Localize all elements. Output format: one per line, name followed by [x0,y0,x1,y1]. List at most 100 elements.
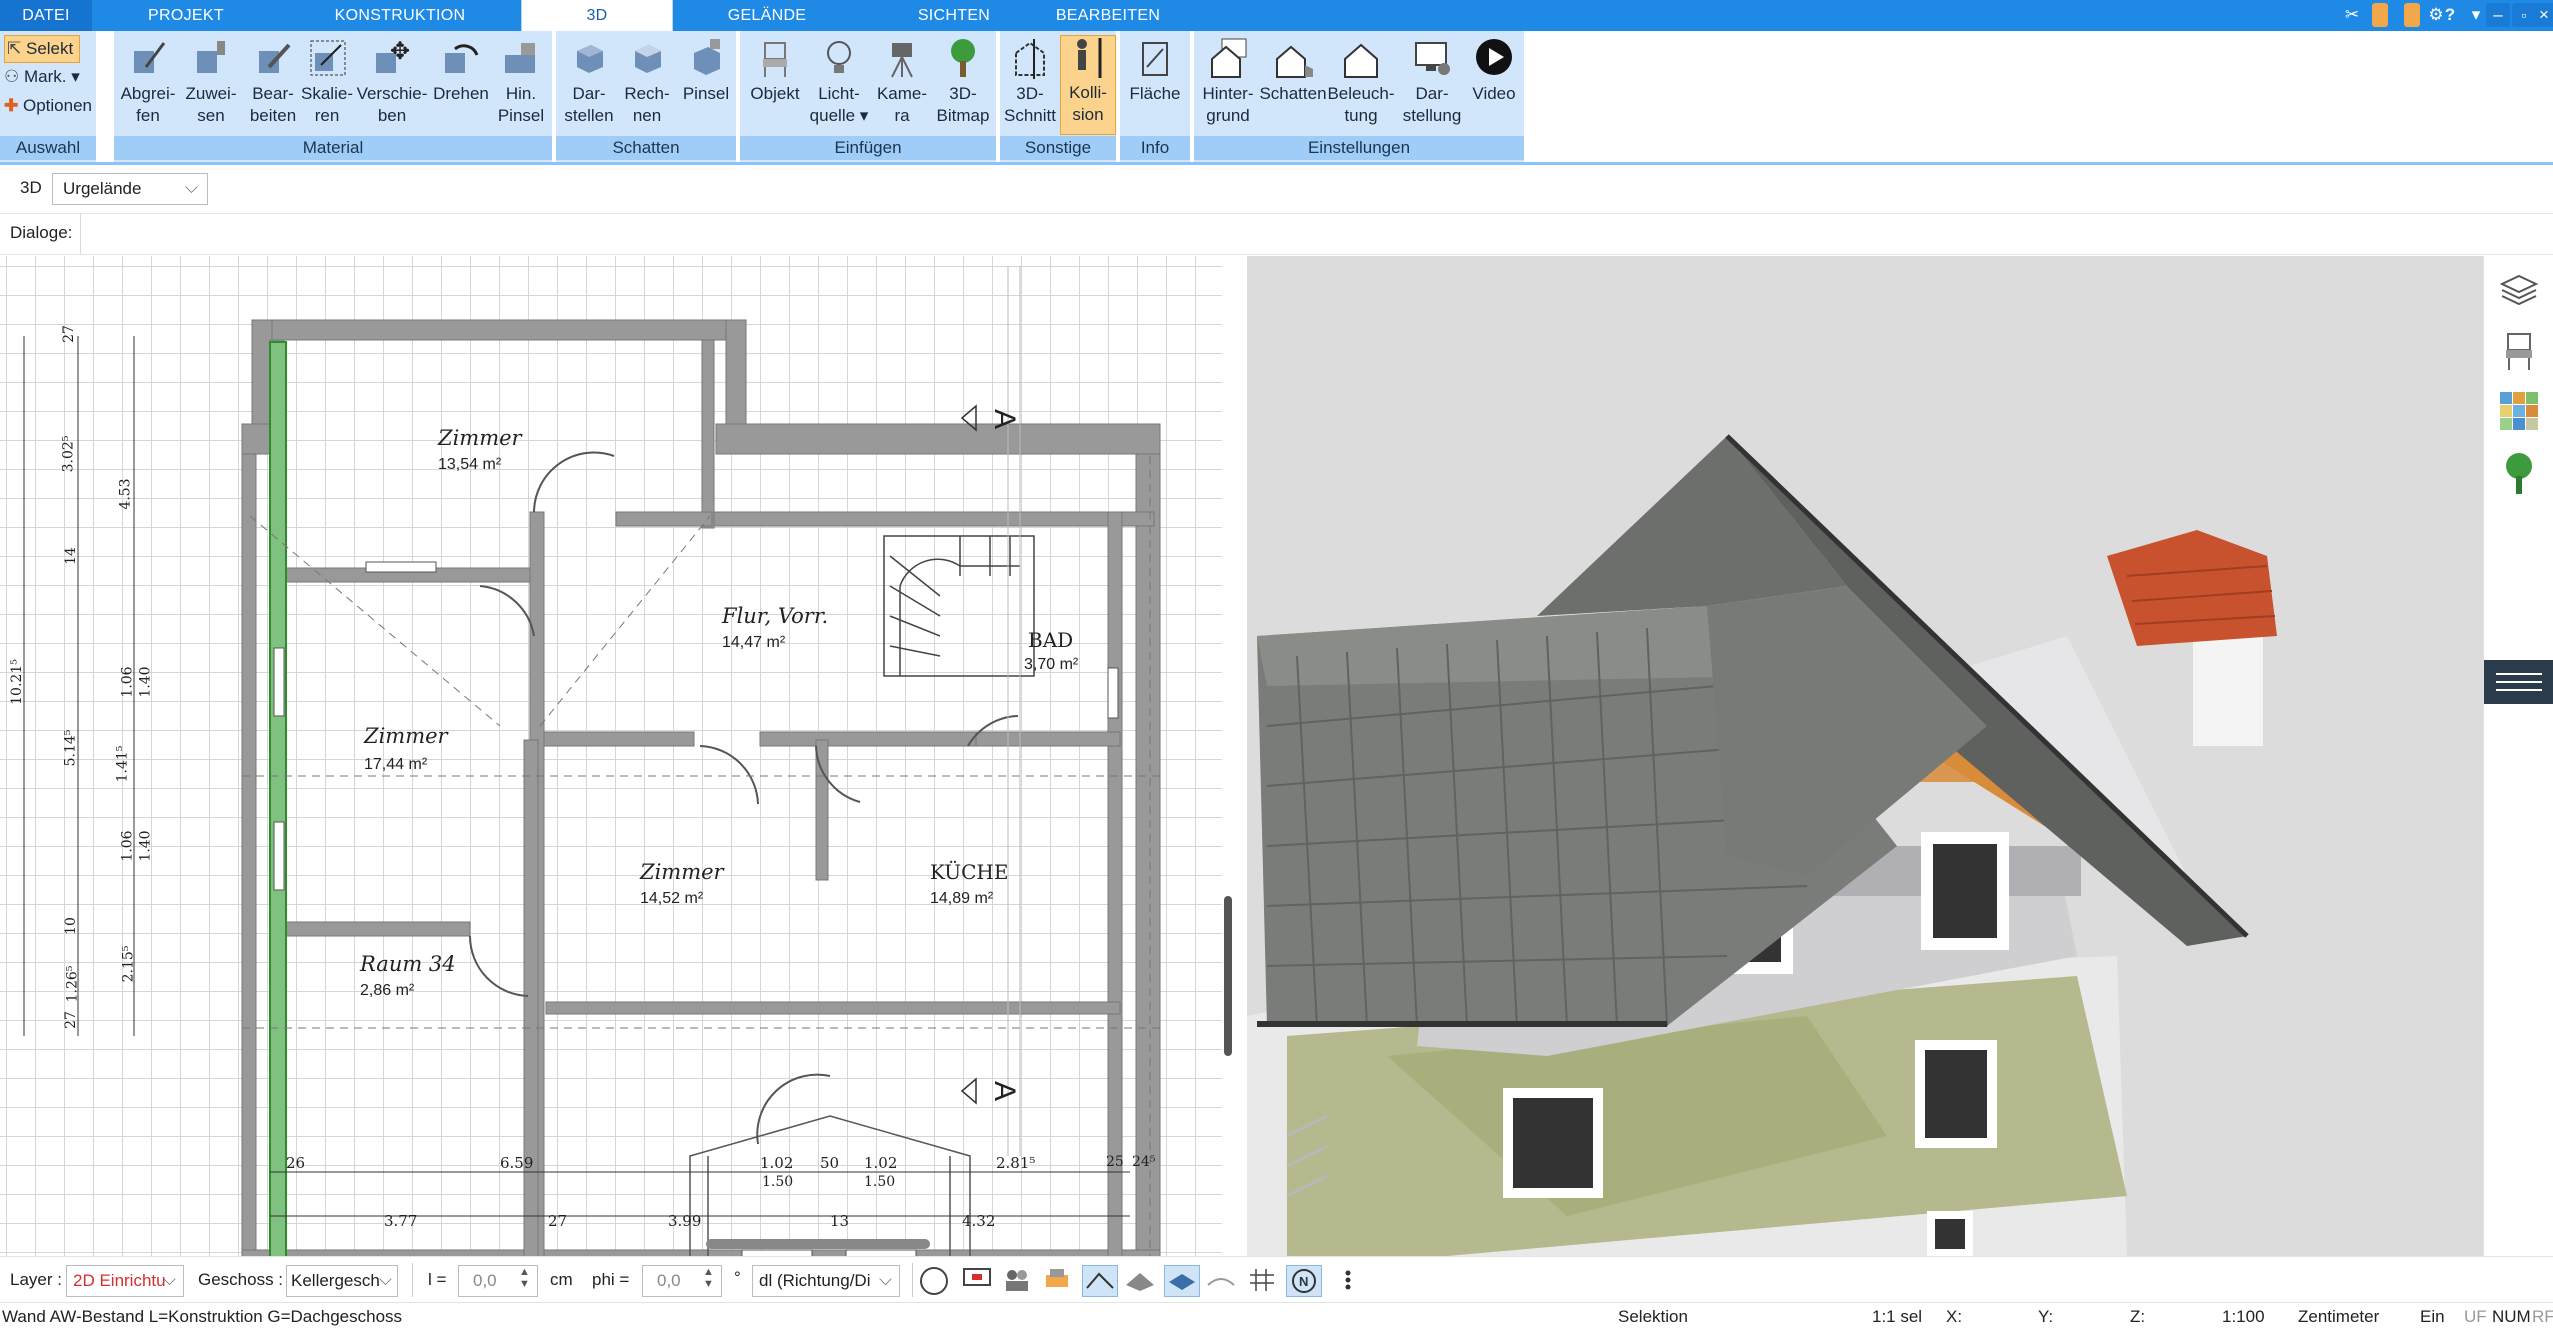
shadow-settings-button[interactable]: Schatten [1258,37,1328,105]
floor-label: Geschoss : [198,1270,284,1289]
3d-view[interactable] [1247,256,2483,1256]
floor-layer-icon[interactable] [1164,1265,1200,1297]
close-icon[interactable]: × [2532,3,2553,27]
dimension-label: 5.14⁵ [62,729,79,767]
lightbulb-icon [819,37,859,81]
status-ein: Ein [2420,1307,2445,1326]
3d-section-button[interactable]: 3D- Schnitt [1002,37,1058,127]
tree-icon[interactable] [2498,450,2540,496]
clock-icon[interactable] [920,1267,948,1295]
restore-icon[interactable]: ▾ [2464,3,2488,27]
tab-projekt[interactable]: PROJEKT [92,0,280,31]
tab-gelaende[interactable]: GELÄNDE [672,0,862,31]
select-button[interactable]: ⇱ Selekt [4,35,81,63]
north-icon[interactable]: N [1286,1265,1322,1297]
layers-icon[interactable] [2498,270,2540,312]
splitter[interactable] [1222,256,1247,1256]
shadow-brush-button[interactable]: Pinsel [678,37,734,105]
rotate-material-button[interactable]: Drehen [430,37,492,105]
minimize-icon[interactable]: – [2486,3,2510,27]
grid-icon[interactable] [1248,1267,1276,1293]
side-panel [2483,256,2553,1256]
tab-sichten[interactable]: SICHTEN [862,0,1046,31]
light-source-button[interactable]: Licht-quelle ▾ [808,37,870,127]
direction-select[interactable]: dl (Richtung/Di ⌵ [752,1265,900,1297]
vertical-scrollbar-thumb[interactable] [1224,896,1232,1056]
tab-bearbeiten[interactable]: BEARBEITEN [1046,0,1170,31]
section-cut-icon [1010,37,1050,81]
cube-icon [627,37,667,81]
video-button[interactable]: Video [1468,37,1520,105]
status-uf: UF [2464,1307,2487,1326]
3d-bitmap-button[interactable]: 3D- Bitmap [932,37,994,127]
paint-brush-button[interactable]: Hin. Pinsel [494,37,548,127]
print-icon[interactable] [1042,1267,1072,1293]
person-wall-icon [1068,36,1108,80]
edit-material-button[interactable]: Bear-beiten [242,37,304,127]
cube-shadow-icon [569,37,609,81]
options-button[interactable]: ✚ Optionen [4,93,92,119]
status-num: NUM [2492,1307,2531,1326]
screen-icon[interactable] [962,1267,992,1293]
floor-select[interactable]: Kellergesch ⌵ [286,1265,398,1297]
compute-shadow-button[interactable]: Rech-nen [618,37,676,127]
help-icon[interactable]: ? [2438,3,2462,27]
tab-konstruktion[interactable]: KONSTRUKTION [280,0,520,31]
dimension-label: 10.21⁵ [8,659,25,705]
scale-material-button[interactable]: Skalie-ren [296,37,358,127]
insert-object-button[interactable]: Objekt [744,37,806,105]
tools-icon[interactable]: ✂ [2340,3,2364,27]
dimension-label: 27 [62,1011,79,1029]
tab-3d[interactable]: 3D [521,0,673,31]
length-input[interactable]: 0,0 ▲ ▼ [458,1265,538,1297]
mark-button[interactable]: ⚇ Mark. ▾ [4,64,80,90]
chevron-down-icon: ▾ [71,67,80,86]
angle-input[interactable]: 0,0 ▲ ▼ [642,1265,722,1297]
svg-text:✥: ✥ [390,38,410,65]
collision-button[interactable]: Kolli-sion [1060,35,1116,135]
save-icon[interactable] [2372,3,2388,27]
pick-material-button[interactable]: Abgrei-fen [116,37,180,127]
room-name: Raum 34 [360,952,456,976]
background-button[interactable]: Hinter-grund [1196,37,1260,127]
display-settings-button[interactable]: Dar-stellung [1396,37,1468,127]
chair-icon[interactable] [2498,330,2540,372]
dimension-label: 27 [548,1212,568,1230]
materials-icon[interactable] [2498,390,2540,432]
dimension-label: 1.40 [137,830,154,862]
spinner-icon[interactable]: ▲ ▼ [519,1266,530,1290]
scale-icon [307,37,347,81]
ribbon: ⇱ Selekt ⚇ Mark. ▾ ✚ Optionen Auswahl Ab… [0,31,2553,165]
horizontal-scrollbar-thumb[interactable] [706,1239,930,1249]
hatch-icon[interactable] [1124,1267,1156,1293]
floor-plan-view[interactable]: Zimmer 13,54 m² Flur, Vorr. 14,47 m² BAD… [0,256,1222,1256]
move-material-button[interactable]: ✥ Verschie-ben [356,37,428,127]
chevron-down-icon: ⌵ [379,1270,392,1289]
menu-icon[interactable] [2484,660,2553,704]
tab-datei[interactable]: DATEI [0,0,92,31]
undo-icon[interactable] [2404,3,2420,27]
tree-icon [943,37,983,81]
more-icon[interactable] [1338,1267,1358,1293]
lighting-button[interactable]: Beleuch-tung [1326,37,1396,127]
svg-text:N: N [1299,1274,1308,1289]
people-icon[interactable] [1002,1267,1032,1293]
layer-select[interactable]: 2D Einrichtu ⌵ [66,1265,184,1297]
group-label-auswahl: Auswahl [0,136,96,160]
room-name: Zimmer [438,426,522,450]
roof-view-icon[interactable] [1082,1265,1118,1297]
camera-button[interactable]: Kame-ra [872,37,932,127]
spinner-icon[interactable]: ▲ ▼ [703,1266,714,1290]
status-y: Y: [2038,1307,2054,1326]
terrain-icon[interactable] [1206,1267,1236,1293]
area-button[interactable]: Fläche [1122,37,1188,105]
dimension-label: 1.26⁵ [64,965,81,1003]
group-label-sonstige: Sonstige [1000,136,1116,160]
terrain-select[interactable]: Urgelände ⌵ [52,173,208,205]
assign-material-button[interactable]: Zuwei-sen [180,37,242,127]
pencil-icon [253,37,293,81]
room-area: 13,54 m² [438,456,502,473]
section-label: A [988,408,1022,430]
show-shadow-button[interactable]: Dar-stellen [560,37,618,127]
3d-house-render [1247,434,2277,1256]
